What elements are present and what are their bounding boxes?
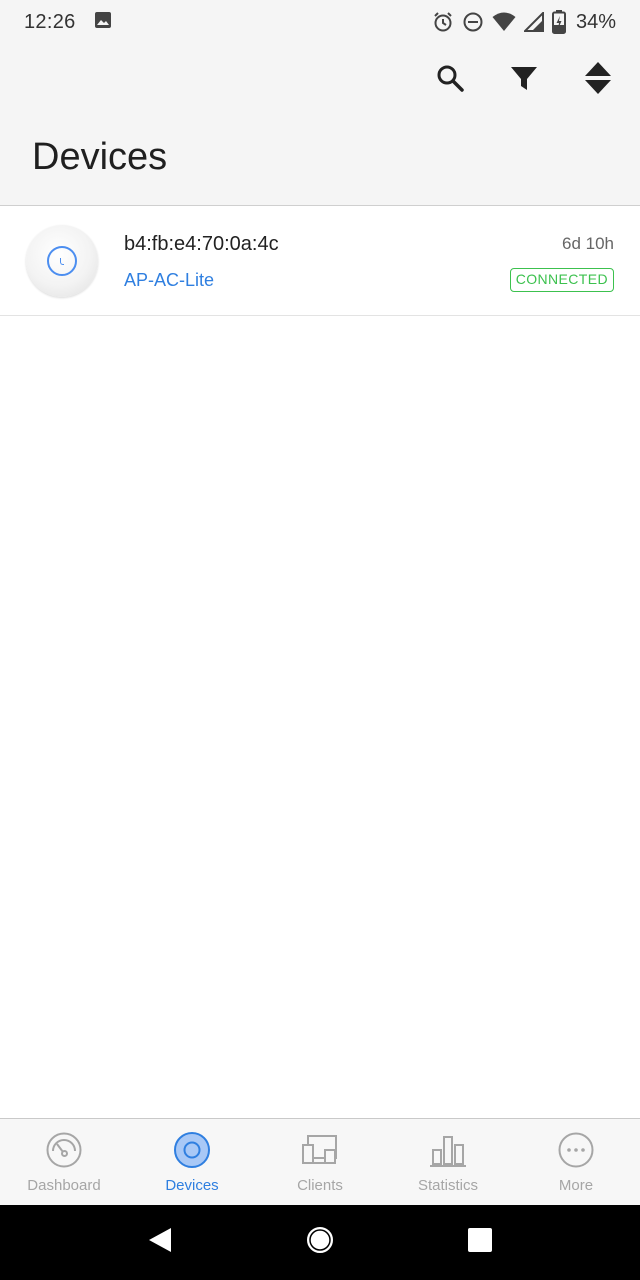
nav-statistics[interactable]: Statistics: [384, 1119, 512, 1205]
alarm-icon: [432, 11, 454, 33]
device-mac-address: b4:fb:e4:70:0a:4c: [124, 233, 279, 255]
nav-devices[interactable]: Devices: [128, 1119, 256, 1205]
filter-icon: [510, 64, 538, 97]
home-icon: [305, 1225, 335, 1260]
clients-icon: [301, 1131, 339, 1169]
dashboard-icon: [45, 1131, 83, 1169]
devices-icon: [173, 1131, 211, 1169]
home-button[interactable]: [290, 1213, 350, 1273]
nav-dashboard-label: Dashboard: [27, 1177, 101, 1194]
do-not-disturb-icon: [462, 11, 484, 33]
status-time: 12:26: [24, 10, 76, 33]
nav-clients[interactable]: Clients: [256, 1119, 384, 1205]
bottom-nav: Dashboard Devices Clients Statistics Mor…: [0, 1118, 640, 1205]
wifi-icon: [492, 12, 516, 32]
device-model: AP-AC-Lite: [124, 270, 215, 290]
device-led-ring: [47, 246, 77, 276]
search-icon: [435, 63, 465, 98]
statistics-icon: [429, 1131, 467, 1169]
more-icon: [557, 1131, 595, 1169]
nav-more[interactable]: More: [512, 1119, 640, 1205]
app-bar-actions: [430, 60, 618, 100]
status-badge: CONNECTED: [509, 268, 614, 292]
device-uptime: 6d 10h: [562, 234, 614, 253]
filter-button[interactable]: [504, 60, 544, 100]
cell-signal-icon: [523, 12, 544, 32]
device-list-item[interactable]: b4:fb:e4:70:0a:4c AP-AC-Lite 6d 10h CONN…: [0, 207, 640, 316]
battery-charging-icon: [551, 10, 566, 34]
back-button[interactable]: [130, 1213, 190, 1273]
search-button[interactable]: [430, 60, 470, 100]
nav-statistics-label: Statistics: [417, 1177, 478, 1194]
device-image: [26, 225, 98, 297]
app-bar: Devices: [0, 44, 640, 206]
battery-percentage: 34%: [575, 10, 616, 33]
nav-dashboard[interactable]: Dashboard: [0, 1119, 128, 1205]
nav-clients-label: Clients: [297, 1177, 343, 1194]
sort-icon: [584, 61, 612, 100]
image-icon: [94, 11, 112, 34]
nav-devices-label: Devices: [165, 1177, 219, 1194]
nav-more-label: More: [558, 1177, 594, 1194]
recents-button[interactable]: [450, 1213, 510, 1273]
back-icon: [147, 1226, 173, 1259]
recents-icon: [467, 1227, 493, 1258]
status-bar: 12:26 34%: [0, 0, 640, 44]
page-title: Devices: [32, 136, 168, 178]
sort-button[interactable]: [578, 60, 618, 100]
system-nav-bar: [0, 1205, 640, 1280]
